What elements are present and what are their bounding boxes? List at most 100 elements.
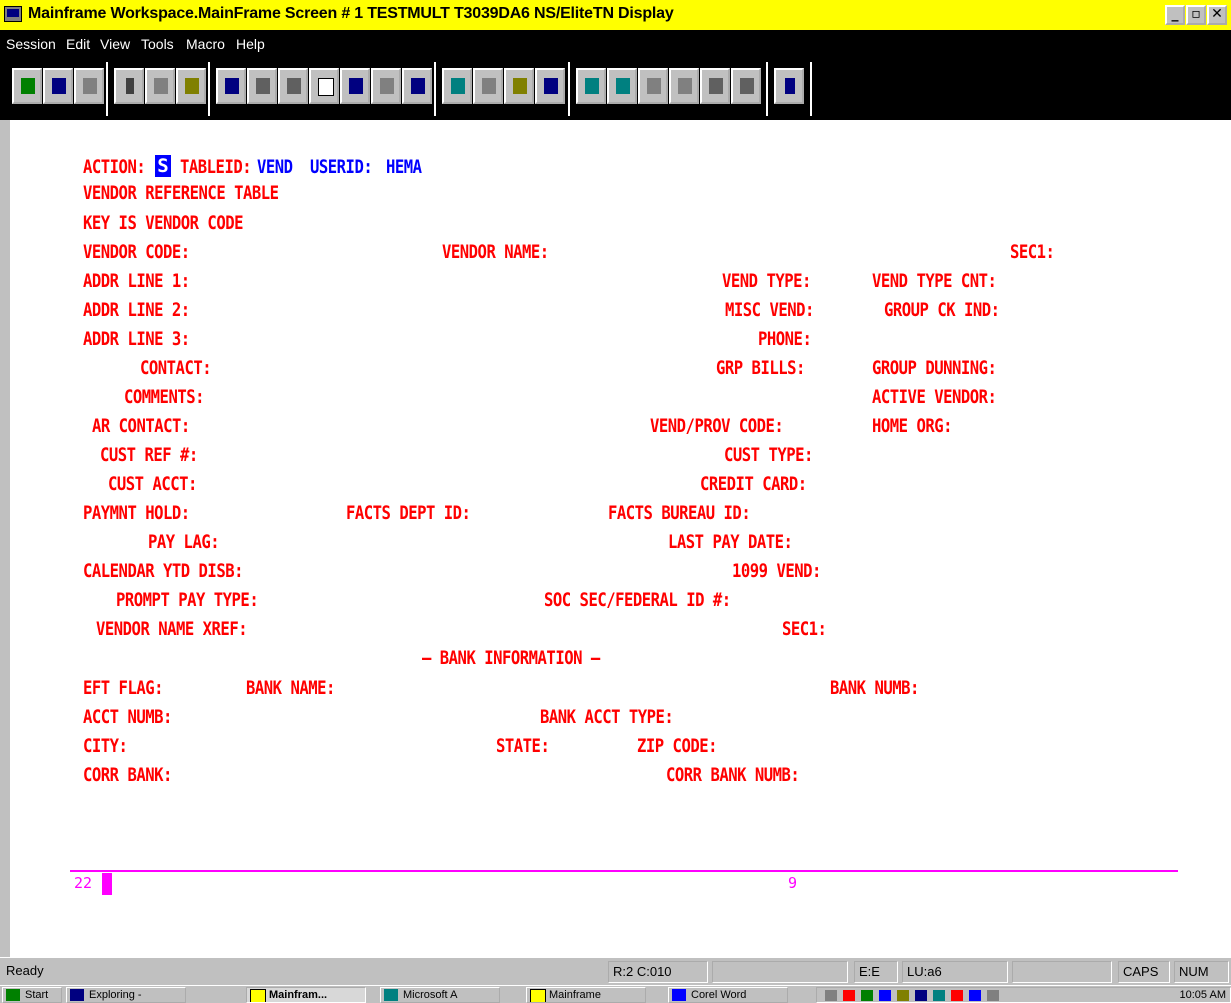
corel-icon: [672, 989, 686, 1001]
close-button[interactable]: ✕: [1207, 5, 1227, 25]
task-corel-word[interactable]: Corel Word: [668, 987, 788, 1003]
paste-icon[interactable]: [176, 68, 206, 104]
eft-flag-label: EFT FLAG:: [83, 677, 164, 699]
save-screen-icon[interactable]: [731, 68, 761, 104]
grp-bills-label: GRP BILLS:: [716, 357, 805, 379]
status-lu: LU:a6: [902, 961, 1008, 983]
cust-ref-label: CUST REF #:: [100, 444, 198, 466]
userid-value[interactable]: HEMA: [386, 156, 422, 178]
keyboard-map-icon[interactable]: [473, 68, 503, 104]
tray-app-icon[interactable]: [897, 990, 909, 1001]
zoom-in-icon[interactable]: [247, 68, 277, 104]
pay-lag-label: PAY LAG:: [148, 531, 220, 553]
tray-app-icon[interactable]: [987, 990, 999, 1001]
vend-1099-label: 1099 VEND:: [732, 560, 821, 582]
sec1-top-label: SEC1:: [1010, 241, 1055, 263]
corr-bank-label: CORR BANK:: [83, 764, 172, 786]
app-icon[interactable]: [4, 6, 22, 22]
status-session: E:E: [854, 961, 898, 983]
transfer-up-icon[interactable]: [576, 68, 606, 104]
mainframe-icon: [250, 989, 266, 1002]
status-blank: [712, 961, 848, 983]
vend-type-cnt-label: VEND TYPE CNT:: [872, 270, 997, 292]
group-dunning-label: GROUP DUNNING:: [872, 357, 997, 379]
contact-label: CONTACT:: [140, 357, 212, 379]
task-exploring-label: Exploring -: [89, 989, 142, 1001]
tray-app-icon[interactable]: [843, 990, 855, 1001]
speaker-icon[interactable]: [825, 990, 837, 1001]
receive-file-icon[interactable]: [402, 68, 432, 104]
tableid-value[interactable]: VEND: [257, 156, 293, 178]
copy-icon[interactable]: [145, 68, 175, 104]
task-exploring[interactable]: Exploring -: [66, 987, 186, 1003]
userid-label: USERID:: [310, 156, 373, 178]
tray-app-icon[interactable]: [951, 990, 963, 1001]
group-ck-ind-label: GROUP CK IND:: [884, 299, 1000, 321]
start-button[interactable]: Start: [2, 987, 62, 1003]
credit-card-label: CREDIT CARD:: [700, 473, 807, 495]
last-pay-date-label: LAST PAY DATE:: [668, 531, 793, 553]
soc-sec-federal-id-label: SOC SEC/FEDERAL ID #:: [544, 589, 731, 611]
hotspot-icon[interactable]: [638, 68, 668, 104]
tray-app-icon[interactable]: [915, 990, 927, 1001]
vend-prov-code-label: VEND/PROV CODE:: [650, 415, 784, 437]
command-line-left: 22: [74, 874, 93, 892]
system-tray: 10:05 AM: [816, 987, 1231, 1003]
mainframe-icon-2: [530, 989, 546, 1002]
screen-capture-icon[interactable]: [700, 68, 730, 104]
macro-record-icon[interactable]: [442, 68, 472, 104]
vendor-name-xref-label: VENDOR NAME XREF:: [96, 618, 248, 640]
terminal-screen[interactable]: ACTION: S TABLEID: VEND USERID: HEMA VEN…: [10, 120, 1231, 957]
state-label: STATE:: [496, 735, 550, 757]
key-line: KEY IS VENDOR CODE: [83, 212, 243, 234]
command-line-right: 9: [788, 874, 798, 892]
tray-app-icon[interactable]: [933, 990, 945, 1001]
tray-app-icon[interactable]: [969, 990, 981, 1001]
taskbar: Start Exploring - Mainfram... Microsoft …: [0, 985, 1231, 1003]
minimize-button[interactable]: _: [1165, 5, 1185, 25]
task-mainframe-label: Mainframe: [549, 989, 601, 1001]
home-org-label: HOME ORG:: [872, 415, 953, 437]
menu-macro[interactable]: Macro: [186, 36, 225, 52]
menu-edit[interactable]: Edit: [66, 36, 90, 52]
misc-vend-label: MISC VEND:: [725, 299, 814, 321]
windows-logo-icon: [6, 989, 20, 1001]
keypad-icon[interactable]: [340, 68, 370, 104]
addr-line-1-label: ADDR LINE 1:: [83, 270, 190, 292]
trace-icon[interactable]: [669, 68, 699, 104]
menu-session[interactable]: Session: [6, 36, 56, 52]
sec1-bottom-label: SEC1:: [782, 618, 827, 640]
restore-button[interactable]: ▫: [1186, 5, 1206, 25]
connect-icon[interactable]: [12, 68, 42, 104]
action-label: ACTION:: [83, 156, 146, 178]
font-icon[interactable]: [216, 68, 246, 104]
send-file-icon[interactable]: [371, 68, 401, 104]
status-bar: Ready R:2 C:010 E:E LU:a6 CAPS NUM: [0, 957, 1231, 986]
taskbar-clock[interactable]: 10:05 AM: [1180, 988, 1226, 1002]
tray-app-icon[interactable]: [879, 990, 891, 1001]
task-microsoft-a[interactable]: Microsoft A: [380, 987, 500, 1003]
action-field[interactable]: S: [155, 155, 171, 177]
task-mainframe-active[interactable]: Mainfram...: [246, 987, 366, 1003]
printer-icon[interactable]: [535, 68, 565, 104]
properties-icon[interactable]: [74, 68, 104, 104]
active-vendor-label: ACTIVE VENDOR:: [872, 386, 997, 408]
help-icon[interactable]: [774, 68, 804, 104]
phone-label: PHONE:: [758, 328, 812, 350]
transfer-down-icon[interactable]: [607, 68, 637, 104]
menu-view[interactable]: View: [100, 36, 130, 52]
task-mainframe[interactable]: Mainframe: [526, 987, 646, 1003]
vendor-name-label: VENDOR NAME:: [442, 241, 549, 263]
cut-icon[interactable]: [114, 68, 144, 104]
menu-tools[interactable]: Tools: [141, 36, 174, 52]
grid-icon[interactable]: [504, 68, 534, 104]
menu-help[interactable]: Help: [236, 36, 265, 52]
prompt-pay-type-label: PROMPT PAY TYPE:: [116, 589, 259, 611]
task-mainframe-active-label: Mainfram...: [269, 989, 328, 1001]
disconnect-icon[interactable]: [43, 68, 73, 104]
zoom-out-icon[interactable]: [278, 68, 308, 104]
window-icon[interactable]: [309, 68, 339, 104]
acct-numb-label: ACCT NUMB:: [83, 706, 172, 728]
status-num: NUM: [1174, 961, 1229, 983]
tray-app-icon[interactable]: [861, 990, 873, 1001]
